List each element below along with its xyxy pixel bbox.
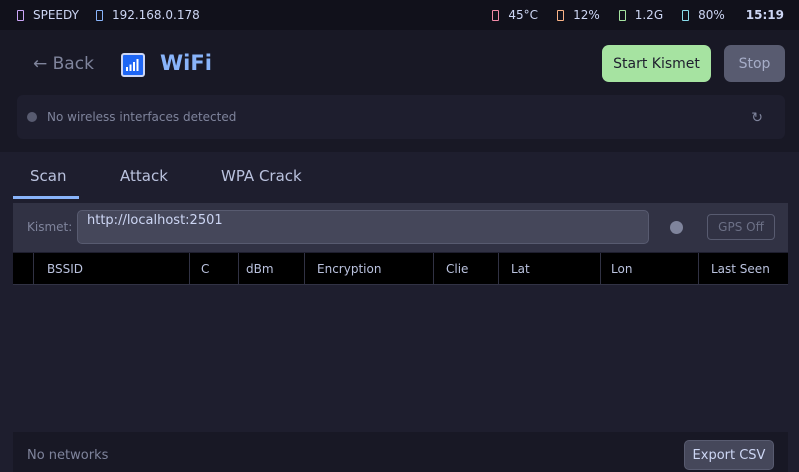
column-header-bssid[interactable]: BSSID — [33, 253, 189, 285]
refresh-icon[interactable]: ↻ — [751, 110, 763, 126]
cpu-indicator: 12% — [557, 8, 600, 22]
interface-status-text: No wireless interfaces detected — [47, 110, 237, 124]
export-csv-button[interactable]: Export CSV — [684, 440, 774, 470]
cpu-icon — [557, 9, 565, 21]
interface-status-dot — [27, 112, 37, 122]
start-kismet-button[interactable]: Start Kismet — [602, 45, 711, 82]
gps-toggle-button[interactable]: GPS Off — [707, 214, 775, 240]
memory-text: 1.2G — [634, 8, 664, 22]
temp-text: 45°C — [508, 8, 539, 22]
tab-wpa-crack[interactable]: WPA Crack — [221, 167, 302, 185]
stop-button[interactable]: Stop — [724, 45, 785, 82]
column-header-last-seen[interactable]: Last Seen — [698, 253, 788, 285]
wifi-signal-icon — [121, 53, 145, 77]
hostname-text: SPEEDY — [33, 8, 79, 22]
ip-text: 192.168.0.178 — [111, 8, 200, 22]
tab-attack[interactable]: Attack — [120, 167, 168, 185]
kismet-connection-row: Kismet: GPS Off — [13, 203, 788, 252]
column-header-clients[interactable]: Clie — [433, 253, 498, 285]
hostname-indicator: SPEEDY — [17, 8, 79, 22]
battery-text: 80% — [698, 8, 725, 22]
networks-table-header: BSSID C dBm Encryption Clie Lat Lon Last… — [13, 253, 788, 285]
kismet-status-dot — [670, 221, 683, 234]
tab-scan[interactable]: Scan — [30, 167, 66, 185]
column-header-dbm[interactable]: dBm — [238, 253, 304, 285]
ip-indicator: 192.168.0.178 — [95, 8, 200, 22]
column-header-encryption[interactable]: Encryption — [304, 253, 433, 285]
hostname-icon — [17, 9, 24, 21]
kismet-label: Kismet: — [27, 220, 73, 234]
column-header-lon[interactable]: Lon — [600, 253, 698, 285]
thermometer-icon — [492, 9, 500, 21]
column-header-lat[interactable]: Lat — [498, 253, 600, 285]
battery-indicator: 80% — [682, 8, 725, 22]
networks-table-body — [13, 285, 788, 432]
memory-icon — [618, 9, 626, 21]
memory-indicator: 1.2G — [618, 8, 664, 22]
clock: 15:19 — [745, 8, 784, 22]
network-count-text: No networks — [27, 448, 109, 463]
table-footer: No networks Export CSV — [13, 432, 788, 472]
kismet-url-input[interactable] — [77, 210, 649, 244]
interface-status-panel: No wireless interfaces detected ↻ — [17, 95, 785, 139]
tab-bar: Scan Attack WPA Crack — [0, 152, 799, 200]
tab-active-indicator — [13, 196, 79, 199]
cpu-text: 12% — [573, 8, 600, 22]
network-icon — [95, 9, 103, 21]
page-header: ← Back WiFi Start Kismet Stop No wireles… — [0, 30, 799, 152]
temp-indicator: 45°C — [492, 8, 538, 22]
status-bar: SPEEDY 192.168.0.178 45°C 12% 1.2G 80% 1… — [0, 0, 799, 30]
battery-icon — [682, 9, 690, 21]
column-header-select[interactable] — [13, 253, 33, 285]
column-header-channel[interactable]: C — [189, 253, 238, 285]
page-title: WiFi — [160, 51, 212, 75]
back-button[interactable]: ← Back — [33, 54, 94, 74]
